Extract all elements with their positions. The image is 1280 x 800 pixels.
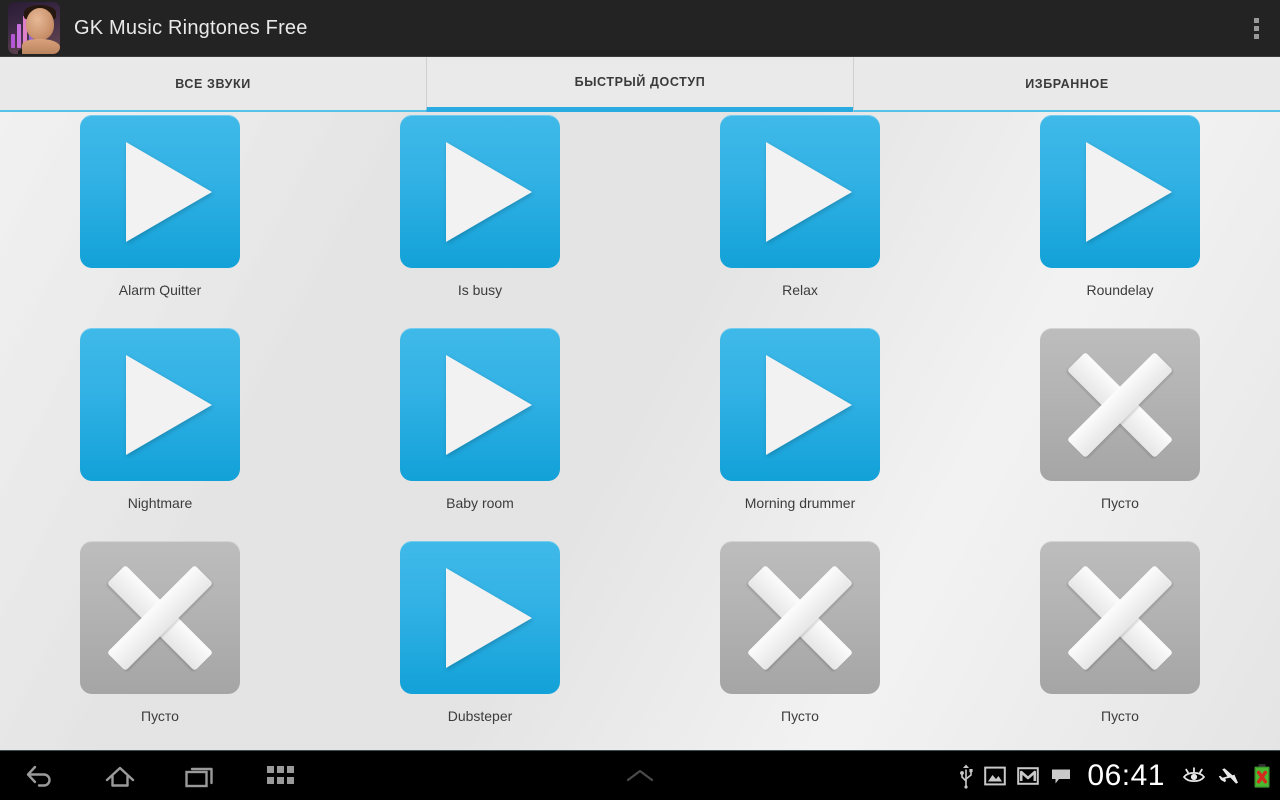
play-icon: [446, 141, 532, 242]
app-title-bar: GK Music Ringtones Free: [0, 0, 1280, 56]
sound-label: Пусто: [141, 708, 179, 724]
sound-grid: Alarm Quitter Is busy Relax Roundelay Nightm…: [0, 112, 1280, 724]
play-button[interactable]: [1040, 115, 1200, 268]
system-navigation-bar: 06:41: [0, 750, 1280, 800]
android-screen: GK Music Ringtones Free ВСЕ ЗВУКИ БЫСТРЫ…: [0, 0, 1280, 800]
sound-label: Пусто: [1101, 708, 1139, 724]
play-icon: [126, 354, 212, 455]
tab-label: БЫСТРЫЙ ДОСТУП: [574, 75, 706, 89]
sound-cell[interactable]: Morning drummer: [640, 298, 960, 511]
overflow-menu-icon[interactable]: [1232, 0, 1280, 56]
play-button[interactable]: [400, 541, 560, 694]
chevron-up-icon[interactable]: [618, 756, 662, 796]
usb-icon: [959, 763, 974, 789]
screenshot-image-icon: [984, 765, 1007, 787]
sound-cell[interactable]: Dubsteper: [320, 511, 640, 724]
nav-buttons: [0, 756, 302, 796]
sound-label: Пусто: [781, 708, 819, 724]
message-bubble-icon: [1050, 765, 1072, 787]
status-bar[interactable]: 06:41: [959, 758, 1280, 792]
tab-label: ИЗБРАННОЕ: [1025, 76, 1109, 91]
play-button[interactable]: [720, 115, 880, 268]
sound-label: Roundelay: [1086, 282, 1154, 298]
sound-cell[interactable]: Пусто: [640, 511, 960, 724]
tab-label: ВСЕ ЗВУКИ: [175, 76, 251, 91]
empty-slot-button[interactable]: [80, 541, 240, 694]
sound-label: Nightmare: [127, 495, 193, 511]
play-button[interactable]: [720, 328, 880, 481]
sound-cell[interactable]: Пусто: [0, 511, 320, 724]
play-icon: [766, 354, 852, 455]
sound-label: Relax: [782, 282, 818, 298]
gmail-icon: [1017, 765, 1040, 787]
tab-quick-access[interactable]: БЫСТРЫЙ ДОСТУП: [426, 57, 853, 112]
app-drawer-icon[interactable]: [258, 756, 302, 796]
close-x-icon: [1066, 351, 1174, 458]
avatar-face: [18, 4, 60, 54]
eye-icon: [1182, 765, 1206, 787]
empty-slot-button[interactable]: [1040, 541, 1200, 694]
battery-error-icon: [1252, 763, 1272, 789]
sound-label: Is busy: [457, 282, 503, 298]
sound-cell[interactable]: Пусто: [960, 298, 1280, 511]
sound-label: Dubsteper: [447, 708, 513, 724]
tab-all-sounds[interactable]: ВСЕ ЗВУКИ: [0, 57, 426, 112]
close-x-icon: [1066, 564, 1174, 671]
sound-grid-scroll-area[interactable]: Alarm Quitter Is busy Relax Roundelay Nightm…: [0, 112, 1280, 750]
sound-cell[interactable]: Baby room: [320, 298, 640, 511]
sound-label: Morning drummer: [744, 495, 856, 511]
close-x-icon: [106, 564, 214, 671]
play-button[interactable]: [80, 115, 240, 268]
tab-bar: ВСЕ ЗВУКИ БЫСТРЫЙ ДОСТУП ИЗБРАННОЕ: [0, 56, 1280, 112]
sound-cell[interactable]: Пусто: [960, 511, 1280, 724]
sound-cell[interactable]: Is busy: [320, 112, 640, 298]
sound-cell[interactable]: Nightmare: [0, 298, 320, 511]
play-button[interactable]: [400, 328, 560, 481]
empty-slot-button[interactable]: [1040, 328, 1200, 481]
recents-icon[interactable]: [178, 756, 222, 796]
sound-cell[interactable]: Roundelay: [960, 112, 1280, 298]
sound-label: Alarm Quitter: [118, 282, 202, 298]
sound-label: Пусто: [1101, 495, 1139, 511]
play-icon: [126, 141, 212, 242]
play-button[interactable]: [80, 328, 240, 481]
play-icon: [446, 567, 532, 668]
clock: 06:41: [1087, 758, 1165, 792]
page-title: GK Music Ringtones Free: [74, 16, 308, 39]
empty-slot-button[interactable]: [720, 541, 880, 694]
sound-cell[interactable]: Relax: [640, 112, 960, 298]
home-icon[interactable]: [98, 756, 142, 796]
airplane-mode-icon: [1217, 765, 1241, 787]
play-icon: [1086, 141, 1172, 242]
play-icon: [446, 354, 532, 455]
play-button[interactable]: [400, 115, 560, 268]
play-icon: [766, 141, 852, 242]
sound-cell[interactable]: Alarm Quitter: [0, 112, 320, 298]
close-x-icon: [746, 564, 854, 671]
back-icon[interactable]: [18, 756, 62, 796]
tab-favorites[interactable]: ИЗБРАННОЕ: [853, 57, 1280, 112]
sound-label: Baby room: [446, 495, 514, 511]
app-icon[interactable]: [8, 2, 60, 54]
